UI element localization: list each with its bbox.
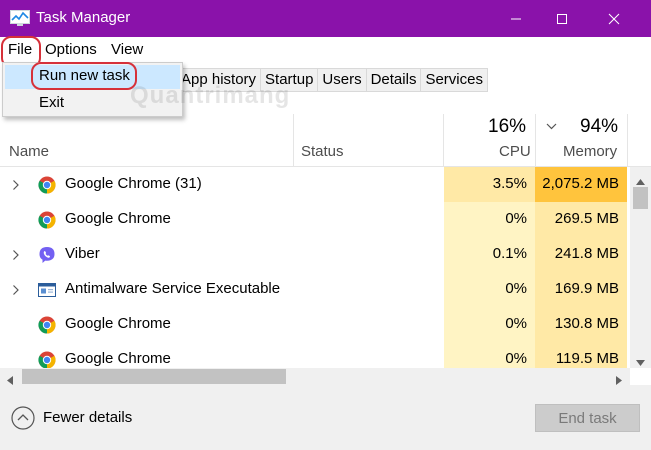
column-separator[interactable] [443,114,444,166]
table-row[interactable]: Antimalware Service Executable 0% 169.9 … [0,272,630,307]
title-bar[interactable]: Task Manager [0,0,651,37]
window-title: Task Manager [36,9,131,26]
chevron-right-icon[interactable] [12,283,20,301]
table-row[interactable]: Google Chrome (31) 3.5% 2,075.2 MB [0,167,630,202]
chevron-right-icon[interactable] [12,248,20,266]
menu-options[interactable]: Options [45,41,97,58]
chrome-icon [38,211,56,229]
tab-services[interactable]: Services [420,68,488,92]
column-memory-header[interactable]: Memory [563,143,617,160]
chevron-right-icon[interactable] [12,178,20,196]
chrome-icon [38,176,56,194]
menu-view[interactable]: View [111,41,143,58]
run-new-task-highlight-ring [31,62,137,90]
chrome-icon [38,351,56,368]
column-status-header[interactable]: Status [301,143,344,160]
process-memory: 169.9 MB [535,272,627,307]
cpu-total-percent: 16% [488,116,527,137]
horizontal-scroll-thumb[interactable] [22,369,286,384]
process-cpu: 0% [444,342,535,368]
process-name: Antimalware Service Executable [65,280,281,297]
task-manager-icon [10,10,30,26]
table-row[interactable]: Google Chrome 0% 119.5 MB [0,342,630,368]
process-cpu: 0% [444,272,535,307]
tab-details[interactable]: Details [365,68,421,92]
fewer-details-link[interactable]: Fewer details [43,409,132,426]
table-row[interactable]: Google Chrome 0% 269.5 MB [0,202,630,237]
process-name: Google Chrome [65,350,171,367]
process-name: Google Chrome [65,315,171,332]
maximize-button[interactable] [539,0,585,37]
memory-total-percent: 94% [580,116,619,137]
process-cpu: 0% [444,307,535,342]
menu-item-exit[interactable]: Exit [39,94,64,111]
column-name-header[interactable]: Name [9,143,49,160]
process-cpu: 3.5% [444,167,535,202]
service-window-icon [38,281,56,299]
process-memory: 241.8 MB [535,237,627,272]
process-cpu: 0.1% [444,237,535,272]
process-name: Google Chrome [65,210,171,227]
collapse-chevron-up-icon[interactable] [11,406,35,435]
watermark: Quantrimang [130,82,291,109]
process-memory: 269.5 MB [535,202,627,237]
sort-descending-icon [546,117,557,135]
process-cpu: 0% [444,202,535,237]
process-memory: 119.5 MB [535,342,627,368]
process-memory: 2,075.2 MB [535,167,627,202]
table-row[interactable]: Viber 0.1% 241.8 MB [0,237,630,272]
column-separator[interactable] [293,114,294,166]
tab-users[interactable]: Users [317,68,366,92]
process-name: Google Chrome (31) [65,175,202,192]
table-row[interactable]: Google Chrome 0% 130.8 MB [0,307,630,342]
process-name: Viber [65,245,100,262]
menu-bar: File Options View [0,37,651,63]
chrome-icon [38,316,56,334]
column-separator[interactable] [535,114,536,166]
process-memory: 130.8 MB [535,307,627,342]
end-task-button[interactable]: End task [535,404,640,432]
column-separator[interactable] [627,114,628,166]
vertical-scroll-thumb[interactable] [633,187,648,209]
column-cpu-header[interactable]: CPU [499,143,531,160]
minimize-button[interactable] [493,0,539,37]
scroll-down-arrow-icon[interactable] [636,353,645,371]
close-button[interactable] [591,0,637,37]
viber-icon [38,246,56,264]
